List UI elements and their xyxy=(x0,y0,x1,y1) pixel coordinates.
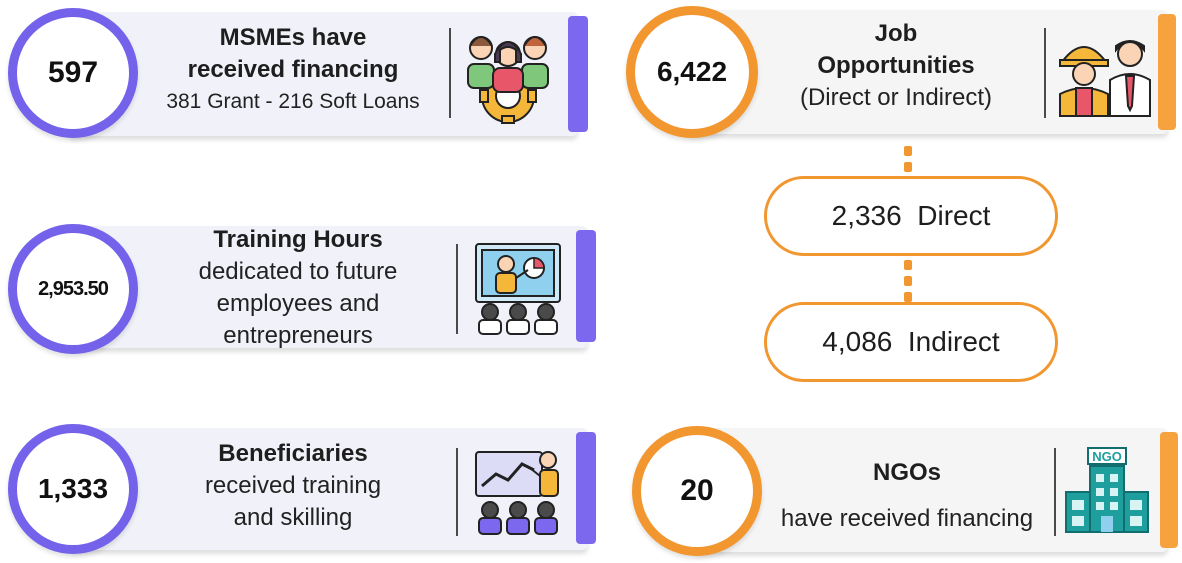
value-ring: 2,953.50 xyxy=(8,224,138,354)
beneficiaries-heading: Beneficiaries xyxy=(218,440,368,467)
team-gear-icon xyxy=(467,36,549,124)
msmes-text: MSMEs have received financing 381 Grant … xyxy=(138,22,448,118)
training-card: 2,953.50 Training Hours dedicated to fut… xyxy=(8,224,598,356)
card-accent-bar xyxy=(1160,432,1178,548)
value-ring: 1,333 xyxy=(8,424,138,554)
training-text: Training Hours dedicated to future emplo… xyxy=(158,224,438,352)
chart-presentation-icon xyxy=(475,451,559,535)
training-line-2: employees and xyxy=(216,290,380,317)
ngos-heading: NGOs xyxy=(872,459,941,486)
ngos-value: 20 xyxy=(680,474,714,507)
jobs-heading-1: Job xyxy=(874,20,918,47)
workers-icon xyxy=(1059,40,1151,117)
beneficiaries-card: 1,333 Beneficiaries received training an… xyxy=(8,424,598,558)
value-ring: 6,422 xyxy=(626,6,758,138)
training-line-1: dedicated to future xyxy=(198,258,398,285)
card-accent-bar xyxy=(1158,14,1176,130)
jobs-value: 6,422 xyxy=(656,56,728,87)
indirect-jobs-pill: 4,086 Indirect xyxy=(764,302,1058,382)
training-heading: Training Hours xyxy=(213,226,383,253)
connector-dash xyxy=(904,260,912,270)
value-ring: 20 xyxy=(632,426,762,556)
ngos-card: 20 NGOs have received financing NGO xyxy=(632,424,1180,560)
ngo-sign-text: NGO xyxy=(1092,449,1122,464)
divider xyxy=(456,244,458,334)
beneficiaries-line-2: and skilling xyxy=(233,504,353,531)
beneficiaries-text: Beneficiaries received training and skil… xyxy=(158,438,428,534)
direct-jobs-pill: 2,336 Direct xyxy=(764,176,1058,256)
jobs-text: Job Opportunities (Direct or Indirect) xyxy=(776,18,1016,114)
connector-dash xyxy=(904,162,912,172)
beneficiaries-value: 1,333 xyxy=(37,473,109,504)
card-accent-bar xyxy=(576,432,596,544)
indirect-jobs-label: 4,086 Indirect xyxy=(822,326,1000,357)
card-accent-bar xyxy=(568,16,588,132)
divider xyxy=(1044,28,1046,118)
ngos-subtext: have received financing xyxy=(780,505,1034,532)
msmes-subtext: 381 Grant - 216 Soft Loans xyxy=(166,90,420,113)
connector-dash xyxy=(904,292,912,302)
ngos-text: NGOs have received financing xyxy=(762,450,1052,542)
ngo-building-icon: NGO xyxy=(1065,447,1149,533)
jobs-card: 6,422 Job Opportunities (Direct or Indir… xyxy=(626,6,1178,146)
value-ring: 597 xyxy=(8,8,138,138)
training-line-3: entrepreneurs xyxy=(223,322,373,349)
divider xyxy=(456,448,458,536)
msmes-card: 597 MSMEs have received financing 381 Gr… xyxy=(8,8,590,146)
msmes-value: 597 xyxy=(47,56,99,89)
beneficiaries-line-1: received training xyxy=(204,472,382,499)
msmes-heading-1: MSMEs have xyxy=(219,24,367,51)
training-value: 2,953.50 xyxy=(38,277,109,300)
jobs-heading-2: Opportunities xyxy=(817,52,975,79)
connector-dash xyxy=(904,276,912,286)
msmes-heading-2: received financing xyxy=(187,56,399,83)
direct-jobs-label: 2,336 Direct xyxy=(831,200,991,231)
card-accent-bar xyxy=(576,230,596,342)
connector-dash xyxy=(904,146,912,156)
jobs-subtext: (Direct or Indirect) xyxy=(799,84,993,111)
divider xyxy=(1054,448,1056,536)
classroom-presentation-icon xyxy=(475,243,561,335)
divider xyxy=(449,28,451,118)
